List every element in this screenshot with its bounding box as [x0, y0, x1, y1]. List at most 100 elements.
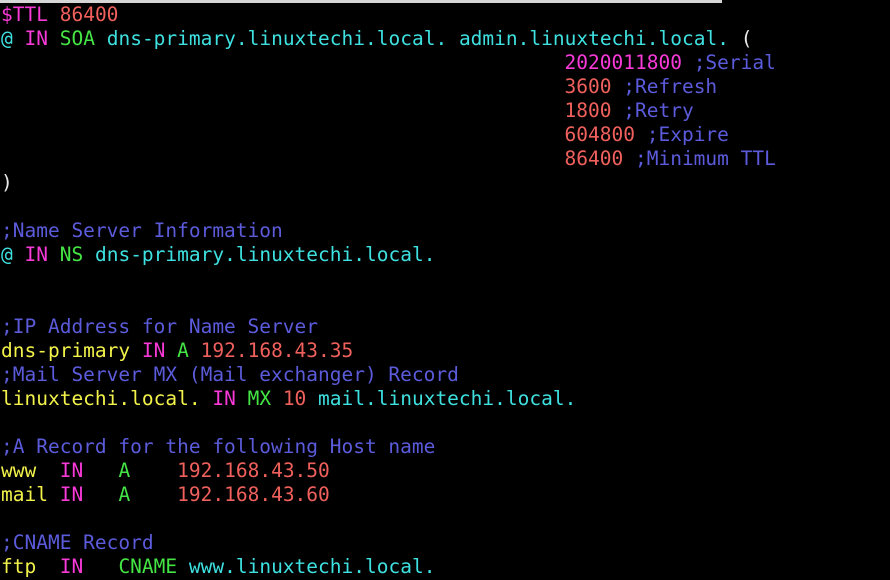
line-serial-token-3: ;Serial [693, 51, 776, 74]
line-soa: @ IN SOA dns-primary.linuxtechi.local. a… [0, 27, 890, 51]
line-soa-token-4: SOA [59, 27, 95, 50]
line-blank-2 [0, 267, 890, 291]
line-a-mail-token-3 [83, 483, 118, 506]
line-cname-ftp-token-3 [83, 555, 118, 578]
line-comment-ns-token-0: ;Name Server Information [1, 219, 283, 242]
line-serial-token-0 [1, 51, 565, 74]
line-a-mail-token-2: IN [59, 483, 84, 506]
line-comment-ip: ;IP Address for Name Server [0, 315, 890, 339]
line-ttl-token-0: $TTL [1, 3, 48, 26]
line-a-www-token-3 [83, 459, 118, 482]
line-mx-token-1 [201, 387, 213, 410]
line-retry-token-0 [1, 99, 565, 122]
line-serial: 2020011800 ;Serial [0, 51, 890, 75]
line-cname-ftp-token-0: ftp [1, 555, 37, 578]
line-expire-token-3: ;Expire [646, 123, 729, 146]
line-blank-3 [0, 291, 890, 315]
line-refresh-token-0 [1, 75, 565, 98]
line-mx-token-5 [271, 387, 283, 410]
line-expire: 604800 ;Expire [0, 123, 890, 147]
line-ns-token-3 [48, 243, 60, 266]
line-expire-token-2 [635, 123, 647, 146]
line-retry-token-1: 1800 [564, 99, 612, 122]
line-a-www-token-5 [130, 459, 177, 482]
line-ttl-token-2: 86400 [59, 3, 119, 26]
line-soa-token-6: dns-primary.linuxtechi.local. [106, 27, 448, 50]
line-cname-ftp-token-5 [177, 555, 189, 578]
line-a-www-token-1 [36, 459, 59, 482]
line-soa-token-0: @ [1, 27, 13, 50]
line-comment-cname-token-0: ;CNAME Record [1, 531, 154, 554]
line-soa-token-10: ( [740, 27, 753, 50]
line-ns-token-5 [83, 243, 95, 266]
line-retry-token-3: ;Retry [623, 99, 694, 122]
line-comment-mx: ;Mail Server MX (Mail exchanger) Record [0, 363, 890, 387]
line-soa-token-9 [729, 27, 741, 50]
line-refresh-token-1: 3600 [564, 75, 612, 98]
line-cname-ftp: ftp IN CNAME www.linuxtechi.local. [0, 555, 890, 579]
line-ttl: $TTL 86400 [0, 3, 890, 27]
zone-file-text[interactable]: $TTL 86400 @ IN SOA dns-primary.linuxtech… [0, 3, 890, 579]
line-mx-token-3 [236, 387, 248, 410]
line-mx-token-0: linuxtechi.local. [1, 387, 201, 410]
line-a-dns-primary-token-2: IN [141, 339, 166, 362]
line-mx-token-8: mail.linuxtechi.local. [318, 387, 577, 410]
line-mx: linuxtechi.local. IN MX 10 mail.linuxtec… [0, 387, 890, 411]
line-comment-a: ;A Record for the following Host name [0, 435, 890, 459]
line-ns-token-1 [13, 243, 25, 266]
line-minimum: 86400 ;Minimum TTL [0, 147, 890, 171]
line-a-mail: mail IN A 192.168.43.60 [0, 483, 890, 507]
line-serial-token-2 [682, 51, 694, 74]
line-comment-a-token-0: ;A Record for the following Host name [1, 435, 436, 458]
line-cname-ftp-token-2: IN [59, 555, 84, 578]
line-a-mail-token-5 [130, 483, 177, 506]
line-blank-5 [0, 507, 890, 531]
line-ns-token-4: NS [59, 243, 84, 266]
line-minimum-token-3: ;Minimum TTL [634, 147, 776, 170]
line-a-mail-token-4: A [118, 483, 131, 506]
line-retry-token-2 [612, 99, 624, 122]
line-refresh-token-3: ;Refresh [623, 75, 718, 98]
line-cname-ftp-token-6: www.linuxtechi.local. [188, 555, 436, 578]
line-soa-token-2: IN [24, 27, 48, 50]
line-mx-token-7 [306, 387, 318, 410]
line-ns-token-2: IN [24, 243, 48, 266]
line-a-dns-primary-token-4: A [177, 339, 189, 362]
line-minimum-token-1: 86400 [564, 147, 624, 170]
line-comment-ip-token-0: ;IP Address for Name Server [1, 315, 318, 338]
line-ns-token-6: dns-primary.linuxtechi.local. [94, 243, 436, 266]
line-comment-mx-token-0: ;Mail Server MX (Mail exchanger) Record [1, 363, 459, 386]
line-cname-ftp-token-1 [36, 555, 59, 578]
line-a-www-token-4: A [118, 459, 131, 482]
line-a-dns-primary: dns-primary IN A 192.168.43.35 [0, 339, 890, 363]
line-a-www: www IN A 192.168.43.50 [0, 459, 890, 483]
line-ns: @ IN NS dns-primary.linuxtechi.local. [0, 243, 890, 267]
line-a-mail-token-0: mail [1, 483, 48, 506]
line-a-mail-token-1 [48, 483, 60, 506]
line-a-dns-primary-token-6: 192.168.43.35 [200, 339, 354, 362]
line-soa-token-1 [13, 27, 25, 50]
line-refresh: 3600 ;Refresh [0, 75, 890, 99]
line-expire-token-1: 604800 [564, 123, 635, 146]
line-a-www-token-2: IN [59, 459, 84, 482]
line-a-www-token-6: 192.168.43.50 [177, 459, 330, 482]
line-soa-token-3 [48, 27, 60, 50]
line-a-www-token-0: www [1, 459, 37, 482]
line-mx-token-2: IN [212, 387, 236, 410]
line-soa-token-8: admin.linuxtechi.local. [458, 27, 729, 50]
line-soa-token-5 [95, 27, 107, 50]
line-close-paren: ) [0, 171, 890, 195]
line-soa-token-7 [447, 27, 459, 50]
line-retry: 1800 ;Retry [0, 99, 890, 123]
line-expire-token-0 [1, 123, 565, 146]
line-blank-4 [0, 411, 890, 435]
line-a-mail-token-6: 192.168.43.60 [177, 483, 330, 506]
line-minimum-token-0 [1, 147, 565, 170]
line-mx-token-6: 10 [282, 387, 307, 410]
line-mx-token-4: MX [247, 387, 272, 410]
line-minimum-token-2 [623, 147, 635, 170]
terminal-window[interactable]: $TTL 86400 @ IN SOA dns-primary.linuxtech… [0, 0, 890, 580]
line-serial-token-1: 2020011800 [564, 51, 682, 74]
line-comment-ns: ;Name Server Information [0, 219, 890, 243]
line-a-dns-primary-token-5 [189, 339, 201, 362]
